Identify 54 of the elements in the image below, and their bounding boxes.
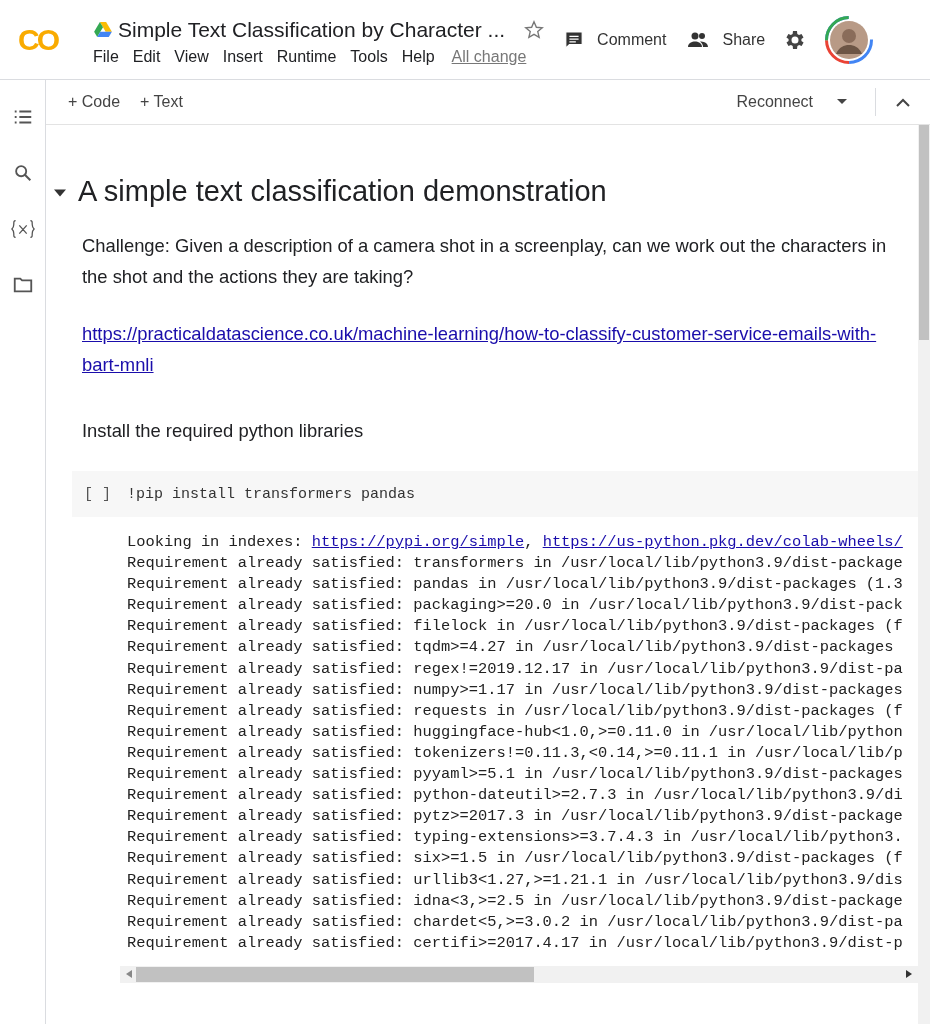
output-line: Requirement already satisfied: filelock in /usr/local/lib/python3.9/dist-packages (f	[127, 616, 904, 638]
output-line: Requirement already satisfied: tqdm>=4.27 in /usr/local/lib/python3.9/dist-packages	[127, 637, 895, 659]
index-link[interactable]: https://us-python.pkg.dev/colab-wheels/	[542, 533, 903, 551]
output-line: Requirement already satisfied: transformers in /usr/local/lib/python3.9/dist-package	[127, 553, 904, 575]
output-line: Requirement already satisfied: tokenizers!=0.11.3,<0.14,>=0.11.1 in /usr/local/lib/p	[127, 742, 904, 764]
comment-button[interactable]: Comment	[559, 22, 671, 57]
output-line: Requirement already satisfied: huggingface-hub<1.0,>=0.11.0 in /usr/local/lib/python	[127, 721, 904, 743]
output-line: Requirement already satisfied: certifi>=2017.4.17 in /usr/local/lib/python3.9/dist-p	[127, 932, 904, 954]
horizontal-scrollbar[interactable]	[120, 965, 918, 983]
paragraph: Install the required python libraries	[82, 419, 365, 443]
add-text-button[interactable]: + Text	[134, 89, 189, 115]
output-line: Requirement already satisfied: typing-extensions>=3.7.4.3 in /usr/local/lib/python3.	[127, 827, 904, 849]
output-line: Requirement already satisfied: python-dateutil>=2.7.3 in /usr/local/lib/python3.9/di	[127, 785, 904, 807]
notebook-title[interactable]: Simple Text Classification by Character ...	[118, 17, 506, 42]
output-line: Requirement already satisfied: regex!=2019.12.17 in /usr/local/lib/python3.9/dist-pa	[127, 658, 904, 680]
output-line: Requirement already satisfied: six>=1.5 in /usr/local/lib/python3.9/dist-packages (f	[127, 848, 904, 870]
output-line: Requirement already satisfied: pytz>=2017.3 in /usr/local/lib/python3.9/dist-package	[127, 806, 904, 828]
collapse-icon[interactable]	[896, 97, 910, 107]
output-line: Requirement already satisfied: numpy>=1.17 in /usr/local/lib/python3.9/dist-packages	[127, 679, 904, 701]
code-cell[interactable]: [ ] !pip install transformers pandas	[72, 471, 918, 517]
menu-item[interactable]: Tools	[349, 47, 397, 66]
share-button[interactable]: Share	[682, 21, 770, 58]
output-line: Requirement already satisfied: pyyaml>=5.1 in /usr/local/lib/python3.9/dist-packages	[127, 764, 904, 786]
menu-item[interactable]: Help	[400, 47, 444, 66]
scroll-left-icon[interactable]	[126, 970, 132, 979]
menu-item[interactable]: Runtime	[275, 47, 346, 66]
output-line: Requirement already satisfied: requests in /usr/local/lib/python3.9/dist-packages (f	[127, 700, 904, 722]
article-link[interactable]: https://practicaldatascience.co.uk/machine-learning/how-to-classify-customer-service-emails-with-bart-mnli	[82, 318, 904, 380]
output-line: Requirement already satisfied: pandas in /usr/local/lib/python3.9/dist-packages (1.3	[127, 574, 904, 596]
reconnect-button[interactable]: Reconnect	[730, 89, 819, 115]
scroll-right-icon[interactable]	[906, 970, 912, 979]
menu-item[interactable]: Edit	[131, 47, 170, 66]
output-line: Requirement already satisfied: packaging>=20.0 in /usr/local/lib/python3.9/dist-pack	[127, 595, 904, 617]
menu-item[interactable]: Insert	[221, 47, 272, 66]
changes-link[interactable]: All change	[451, 47, 527, 66]
section-heading: A simple text classification demonstration	[78, 175, 607, 208]
variables-icon[interactable]	[10, 218, 35, 240]
menu-item[interactable]: File	[92, 47, 128, 66]
output-line: Requirement already satisfied: urllib3<1.27,>=1.21.1 in /usr/local/lib/python3.9/dis	[127, 869, 904, 891]
caret-icon[interactable]	[837, 99, 847, 105]
expand-arrow-icon[interactable]	[54, 186, 66, 199]
add-code-button[interactable]: + Code	[62, 89, 127, 115]
index-link[interactable]: https://pypi.org/simple	[311, 533, 525, 551]
output-line: Requirement already satisfied: chardet<5,>=3.0.2 in /usr/local/lib/python3.9/dist-pa	[127, 911, 904, 933]
code-line: !pip install transformers pandas	[127, 485, 416, 503]
output-line: Requirement already satisfied: idna<3,>=2.5 in /usr/local/lib/python3.9/dist-package	[127, 890, 904, 912]
paragraph: Challenge: Given a description of a camera shot in a screenplay, can we work out the characters in the shot and the actions they are taking?	[82, 234, 888, 289]
run-indicator[interactable]: [ ]	[84, 485, 111, 503]
menu-item[interactable]: View	[173, 47, 218, 66]
output-line: Looking in indexes: https://pypi.org/simple, https://us-python.pkg.dev/colab-wheels/	[127, 532, 904, 553]
vertical-scrollbar[interactable]	[918, 125, 930, 1024]
avatar[interactable]	[825, 15, 874, 64]
drive-icon	[94, 21, 112, 38]
star-icon[interactable]	[523, 18, 546, 41]
